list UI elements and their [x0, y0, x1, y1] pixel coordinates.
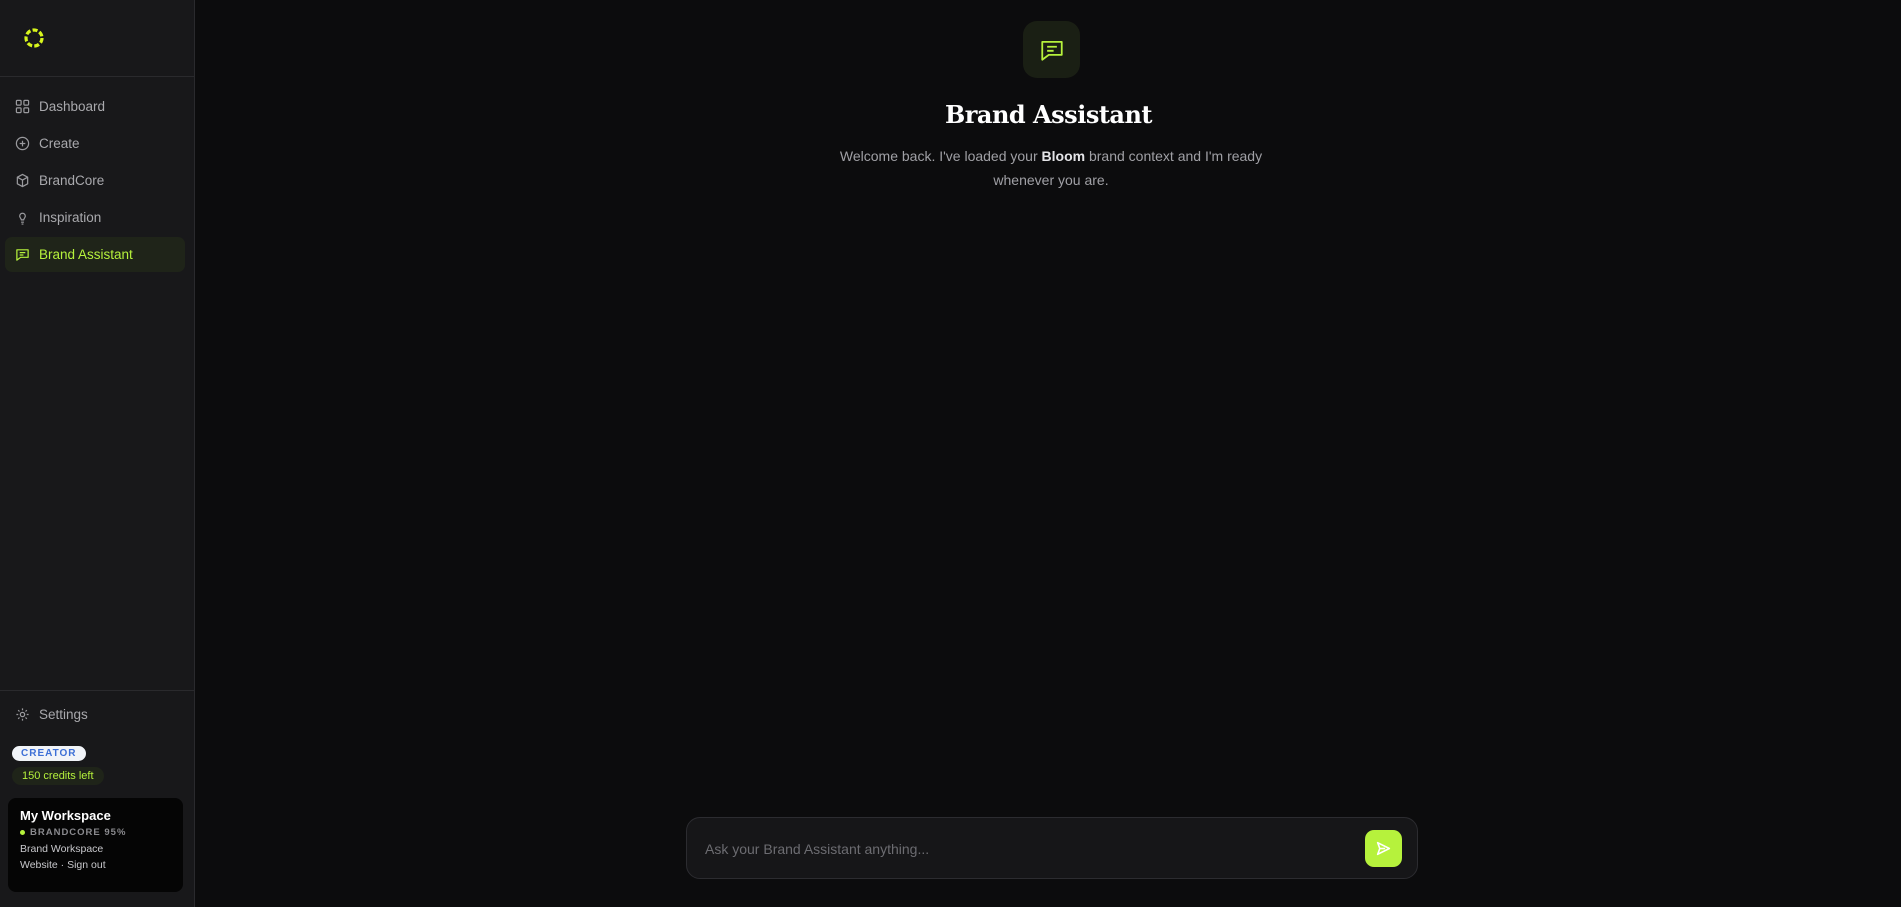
workspace-subtitle: Brand Workspace — [20, 843, 104, 855]
brandcore-status: BRANDCORE 95% — [20, 827, 171, 838]
welcome-prefix: Welcome back. I've loaded your — [839, 148, 1042, 164]
main-content: Brand Assistant Welcome back. I've loade… — [196, 0, 1901, 907]
cube-icon — [14, 173, 30, 189]
settings-label: Settings — [39, 707, 88, 722]
bloom-logo-icon[interactable] — [22, 26, 46, 50]
logo-area — [0, 0, 194, 77]
website-link[interactable]: Website — [20, 859, 58, 871]
plan-badge: CREATOR — [12, 746, 86, 761]
status-dot-icon — [20, 830, 25, 835]
brandcore-status-text: BRANDCORE 95% — [30, 827, 127, 838]
sidebar-item-dashboard[interactable]: Dashboard — [5, 89, 185, 124]
sidebar-item-label: Brand Assistant — [39, 247, 133, 262]
sidebar-item-brandcore[interactable]: BrandCore — [5, 163, 185, 198]
chat-icon — [1040, 40, 1063, 61]
page-title: Brand Assistant — [944, 100, 1153, 129]
plus-circle-icon — [14, 136, 30, 152]
grid-icon — [14, 99, 30, 115]
sidebar-item-brand-assistant[interactable]: Brand Assistant — [5, 237, 185, 272]
sidebar-item-inspiration[interactable]: Inspiration — [5, 200, 185, 235]
sidebar-item-label: Inspiration — [39, 210, 102, 225]
sidebar-item-label: Create — [39, 136, 80, 151]
sidebar: Dashboard Create BrandCore Inspiration B… — [0, 0, 195, 907]
chat-icon — [14, 247, 30, 263]
sidebar-item-settings[interactable]: Settings — [0, 697, 194, 732]
workspace-card[interactable]: My Workspace BRANDCORE 95% Brand Workspa… — [8, 798, 183, 892]
assistant-hero-icon — [1023, 21, 1080, 78]
chat-input[interactable] — [705, 837, 1345, 861]
workspace-links: Website · Sign out — [20, 859, 171, 871]
welcome-message: Welcome back. I've loaded your Bloom bra… — [826, 144, 1276, 192]
chat-composer — [686, 817, 1418, 879]
workspace-title: My Workspace — [20, 808, 111, 823]
sidebar-item-label: Dashboard — [39, 99, 106, 114]
brand-name: Bloom — [1041, 148, 1086, 164]
sidebar-footer: Settings CREATOR 150 credits left My Wor… — [0, 690, 194, 892]
send-icon — [1376, 841, 1391, 856]
credits-badge: 150 credits left — [12, 767, 104, 785]
sign-out-link[interactable]: Sign out — [67, 859, 106, 871]
sidebar-item-label: BrandCore — [39, 173, 105, 188]
sidebar-item-create[interactable]: Create — [5, 126, 185, 161]
link-separator: · — [57, 859, 68, 871]
gear-icon — [14, 707, 30, 723]
lightbulb-icon — [14, 210, 30, 226]
send-button[interactable] — [1365, 830, 1402, 867]
sidebar-nav: Dashboard Create BrandCore Inspiration B… — [0, 77, 194, 272]
